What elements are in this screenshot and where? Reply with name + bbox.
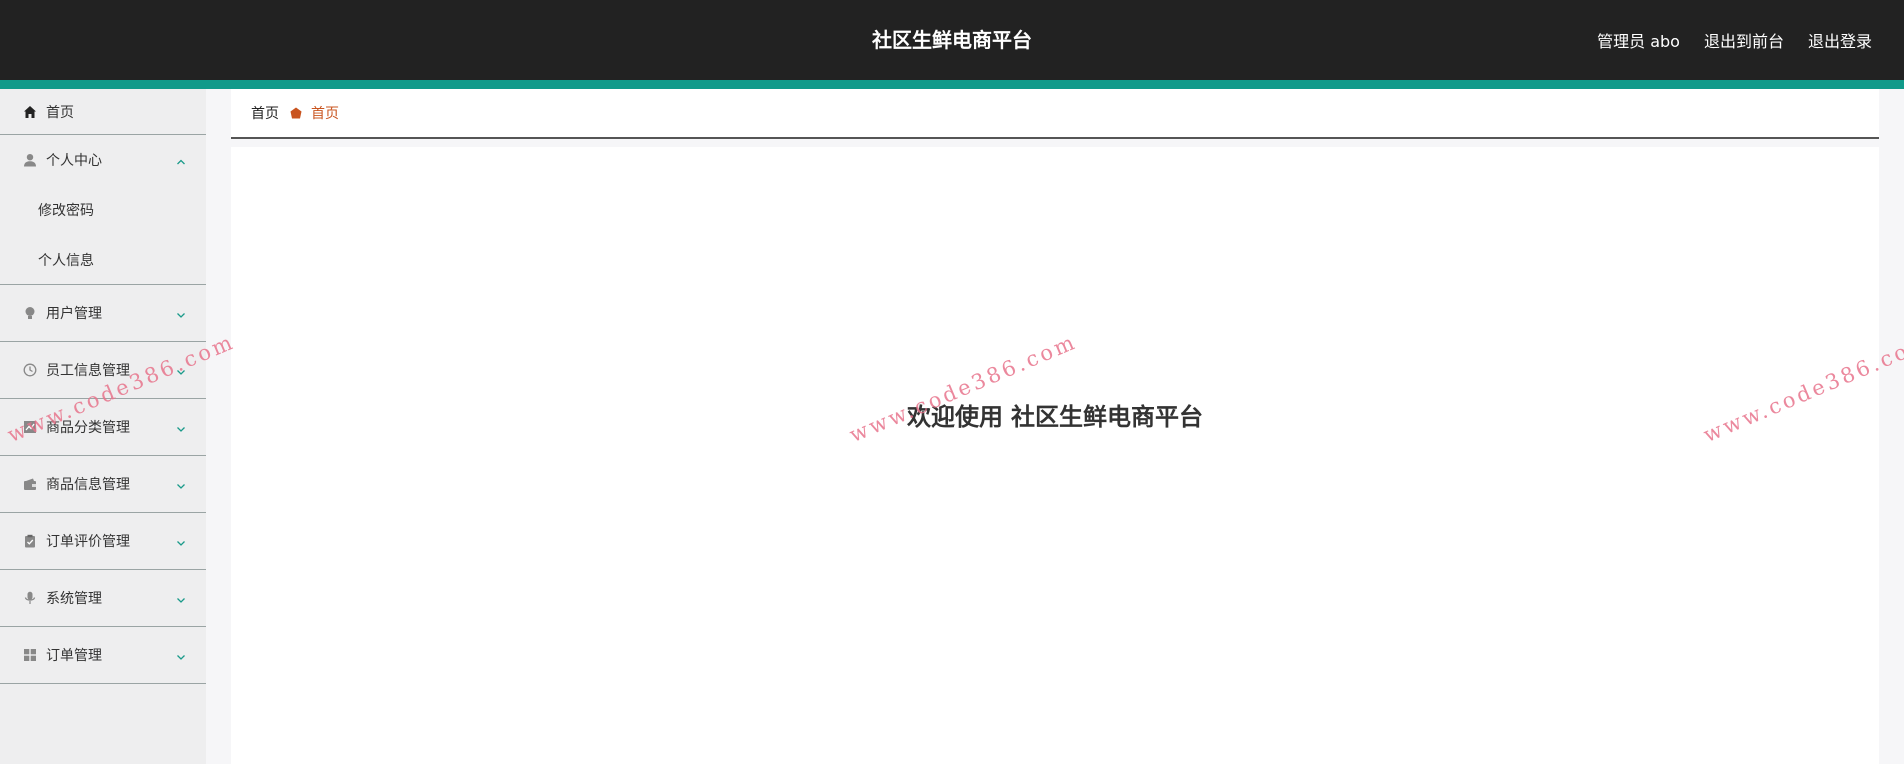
sidebar-item-staff-management[interactable]: 员工信息管理 <box>0 342 206 399</box>
admin-user-label: 管理员 abo <box>1597 32 1680 51</box>
grid-icon <box>22 647 38 663</box>
main-content: 欢迎使用 社区生鲜电商平台 <box>231 147 1879 764</box>
chevron-down-icon <box>176 422 186 432</box>
home-icon <box>22 104 38 120</box>
welcome-prefix: 欢迎使用 <box>907 403 1003 431</box>
breadcrumb-separator-icon <box>289 106 303 120</box>
sidebar-item-home[interactable]: 首页 <box>0 89 206 135</box>
sidebar-item-label: 用户管理 <box>46 306 102 322</box>
clipboard-icon <box>22 533 38 549</box>
sidebar-subitem-personal-info[interactable]: 个人信息 <box>0 235 206 285</box>
sidebar-item-label: 系统管理 <box>46 591 102 607</box>
sidebar-item-label: 商品信息管理 <box>46 477 130 493</box>
user-icon <box>22 152 38 168</box>
chart-icon <box>22 419 38 435</box>
breadcrumb: 首页 首页 <box>231 89 1879 139</box>
sidebar-subitem-label: 修改密码 <box>38 203 94 219</box>
sidebar-item-label: 订单评价管理 <box>46 534 130 550</box>
header-actions: 管理员 abo 退出到前台 退出登录 <box>1597 0 1872 80</box>
logout-link[interactable]: 退出登录 <box>1808 28 1872 52</box>
sidebar-item-label: 员工信息管理 <box>46 363 130 379</box>
sidebar-item-order-management[interactable]: 订单管理 <box>0 627 206 684</box>
breadcrumb-home-link[interactable]: 首页 <box>251 103 279 123</box>
chevron-down-icon <box>176 365 186 375</box>
chevron-down-icon <box>176 308 186 318</box>
sidebar-item-label: 首页 <box>46 104 74 121</box>
chevron-down-icon <box>176 650 186 660</box>
sidebar-item-category-management[interactable]: 商品分类管理 <box>0 399 206 456</box>
breadcrumb-current: 首页 <box>311 106 339 122</box>
sidebar-subitem-change-password[interactable]: 修改密码 <box>0 185 206 235</box>
chevron-down-icon <box>176 593 186 603</box>
chevron-down-icon <box>176 479 186 489</box>
sidebar: 首页 个人中心 修改密码 个人信息 用户管理 员工信息管理 商品分类管理 商品信… <box>0 89 206 764</box>
header-accent-bar <box>0 80 1904 89</box>
sidebar-item-label: 商品分类管理 <box>46 420 130 436</box>
sidebar-item-personal-center[interactable]: 个人中心 <box>0 135 206 185</box>
sidebar-subitem-label: 个人信息 <box>38 252 94 269</box>
chevron-up-icon <box>176 155 186 165</box>
sidebar-item-system-management[interactable]: 系统管理 <box>0 570 206 627</box>
welcome-heading: 欢迎使用 社区生鲜电商平台 <box>231 397 1879 432</box>
sidebar-item-label: 个人中心 <box>46 153 102 169</box>
microphone-icon <box>22 590 38 606</box>
exit-to-frontend-link[interactable]: 退出到前台 <box>1704 28 1784 52</box>
sidebar-item-review-management[interactable]: 订单评价管理 <box>0 513 206 570</box>
sidebar-item-user-management[interactable]: 用户管理 <box>0 285 206 342</box>
sidebar-item-label: 订单管理 <box>46 648 102 664</box>
welcome-platform-name: 社区生鲜电商平台 <box>1011 403 1203 431</box>
clock-icon <box>22 362 38 378</box>
chevron-down-icon <box>176 536 186 546</box>
sidebar-item-product-management[interactable]: 商品信息管理 <box>0 456 206 513</box>
wallet-icon <box>22 476 38 492</box>
bulb-icon <box>22 305 38 321</box>
